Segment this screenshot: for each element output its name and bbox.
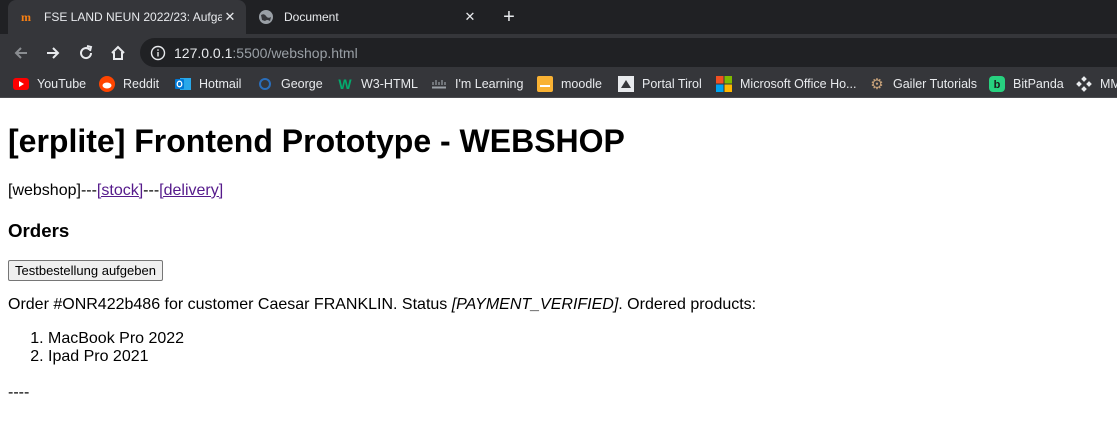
nav-separator: --- bbox=[80, 182, 97, 199]
cisco-icon bbox=[431, 76, 447, 92]
microsoft-icon bbox=[716, 76, 732, 92]
bookmark-label: YouTube bbox=[37, 77, 87, 91]
bookmark-reddit[interactable]: Reddit bbox=[99, 71, 159, 97]
order-summary: Order #ONR422b486 for customer Caesar FR… bbox=[8, 296, 756, 314]
reddit-icon bbox=[99, 76, 115, 92]
bookmark-bitpanda[interactable]: b BitPanda bbox=[989, 71, 1064, 97]
order-text: Order #ONR422b486 for customer Caesar FR… bbox=[8, 296, 452, 313]
url-host: 127.0.0.1 bbox=[174, 44, 233, 61]
bookmark-george[interactable]: George bbox=[257, 71, 323, 97]
reload-icon bbox=[80, 45, 93, 60]
order-text-suffix: . Ordered products: bbox=[618, 296, 757, 313]
close-icon[interactable]: ✕ bbox=[462, 9, 478, 25]
gear-icon: ⚙ bbox=[870, 76, 884, 93]
back-arrow-icon bbox=[14, 47, 27, 59]
bookmark-w3-html[interactable]: W W3-HTML bbox=[337, 71, 418, 97]
bookmark-label: moodle bbox=[561, 77, 602, 91]
bookmark-label: W3-HTML bbox=[361, 77, 418, 91]
bookmark-microsoft-office[interactable]: Microsoft Office Ho... bbox=[716, 71, 856, 97]
bookmark-label: MM bbox=[1100, 77, 1117, 91]
forward-arrow-icon bbox=[47, 47, 60, 59]
globe-icon bbox=[258, 9, 274, 25]
bookmark-youtube[interactable]: YouTube bbox=[13, 71, 86, 97]
nav-link-delivery[interactable]: [delivery] bbox=[159, 182, 223, 199]
test-order-button[interactable]: Testbestellung aufgeben bbox=[8, 260, 163, 281]
george-icon bbox=[257, 76, 273, 92]
home-icon bbox=[111, 45, 125, 60]
navigation-bar: 127.0.0.1:5500/webshop.html bbox=[0, 34, 1117, 71]
list-item: Ipad Pro 2021 bbox=[48, 348, 184, 366]
bookmark-label: George bbox=[281, 77, 323, 91]
bookmark-im-learning[interactable]: I'm Learning bbox=[431, 71, 523, 97]
forward-button[interactable] bbox=[41, 41, 65, 65]
bookmark-hotmail[interactable]: Hotmail bbox=[175, 71, 241, 97]
portal-tirol-icon bbox=[618, 76, 634, 92]
bitpanda-icon: b bbox=[989, 76, 1005, 92]
bookmarks-bar: YouTube Reddit Hotmail George W W3-HTML … bbox=[0, 71, 1117, 98]
home-button[interactable] bbox=[106, 41, 130, 65]
moodle-icon bbox=[537, 76, 553, 92]
back-button[interactable] bbox=[9, 41, 33, 65]
bookmark-label: Reddit bbox=[123, 77, 160, 91]
bookmark-label: I'm Learning bbox=[455, 77, 524, 91]
moodle-m-icon: m bbox=[21, 9, 31, 24]
bookmark-label: BitPanda bbox=[1013, 77, 1064, 91]
info-icon[interactable] bbox=[150, 45, 166, 61]
address-bar[interactable]: 127.0.0.1:5500/webshop.html bbox=[140, 38, 1117, 67]
bookmark-label: Microsoft Office Ho... bbox=[740, 77, 857, 91]
separator-text: ---- bbox=[8, 384, 30, 401]
bookmark-moodle[interactable]: moodle bbox=[537, 71, 602, 97]
svg-text:b: b bbox=[994, 79, 1001, 91]
bookmark-gailer-tutorials[interactable]: ⚙ Gailer Tutorials bbox=[869, 71, 977, 97]
tab-document[interactable]: Document ✕ bbox=[248, 0, 486, 34]
outlook-icon bbox=[175, 76, 191, 92]
order-status: [PAYMENT_VERIFIED] bbox=[451, 296, 619, 313]
youtube-icon bbox=[13, 76, 29, 92]
new-tab-button[interactable]: + bbox=[498, 6, 520, 28]
nav-separator: --- bbox=[143, 182, 160, 199]
url-path: :5500/webshop.html bbox=[232, 44, 358, 61]
url-text: 127.0.0.1:5500/webshop.html bbox=[174, 45, 358, 61]
orders-heading: Orders bbox=[8, 220, 70, 241]
tab-title: Document bbox=[284, 10, 339, 24]
tab-moodle[interactable]: m FSE LAND NEUN 2022/23: Aufgabe ✕ bbox=[8, 0, 246, 34]
nav-link-stock[interactable]: [stock] bbox=[97, 182, 143, 199]
list-item: MacBook Pro 2022 bbox=[48, 330, 184, 348]
bookmark-label: Portal Tirol bbox=[642, 77, 702, 91]
binance-icon bbox=[1076, 76, 1092, 92]
close-icon[interactable]: ✕ bbox=[222, 9, 238, 25]
page-content: [erplite] Frontend Prototype - WEBSHOP [… bbox=[0, 98, 1117, 439]
section-nav: [webshop]---[stock]---[delivery] bbox=[8, 182, 223, 200]
bookmark-portal-tirol[interactable]: Portal Tirol bbox=[618, 71, 702, 97]
nav-current-webshop: [webshop] bbox=[8, 182, 81, 199]
bookmark-mm[interactable]: MM bbox=[1076, 71, 1117, 97]
w3schools-icon: W bbox=[338, 76, 352, 92]
tab-title: FSE LAND NEUN 2022/23: Aufgabe bbox=[44, 10, 222, 24]
bookmark-label: Hotmail bbox=[199, 77, 242, 91]
ordered-products-list: MacBook Pro 2022 Ipad Pro 2021 bbox=[8, 330, 184, 366]
bookmark-label: Gailer Tutorials bbox=[893, 77, 978, 91]
reload-button[interactable] bbox=[74, 41, 98, 65]
tab-strip: m FSE LAND NEUN 2022/23: Aufgabe ✕ Docum… bbox=[0, 0, 1117, 34]
page-title: [erplite] Frontend Prototype - WEBSHOP bbox=[8, 123, 625, 159]
